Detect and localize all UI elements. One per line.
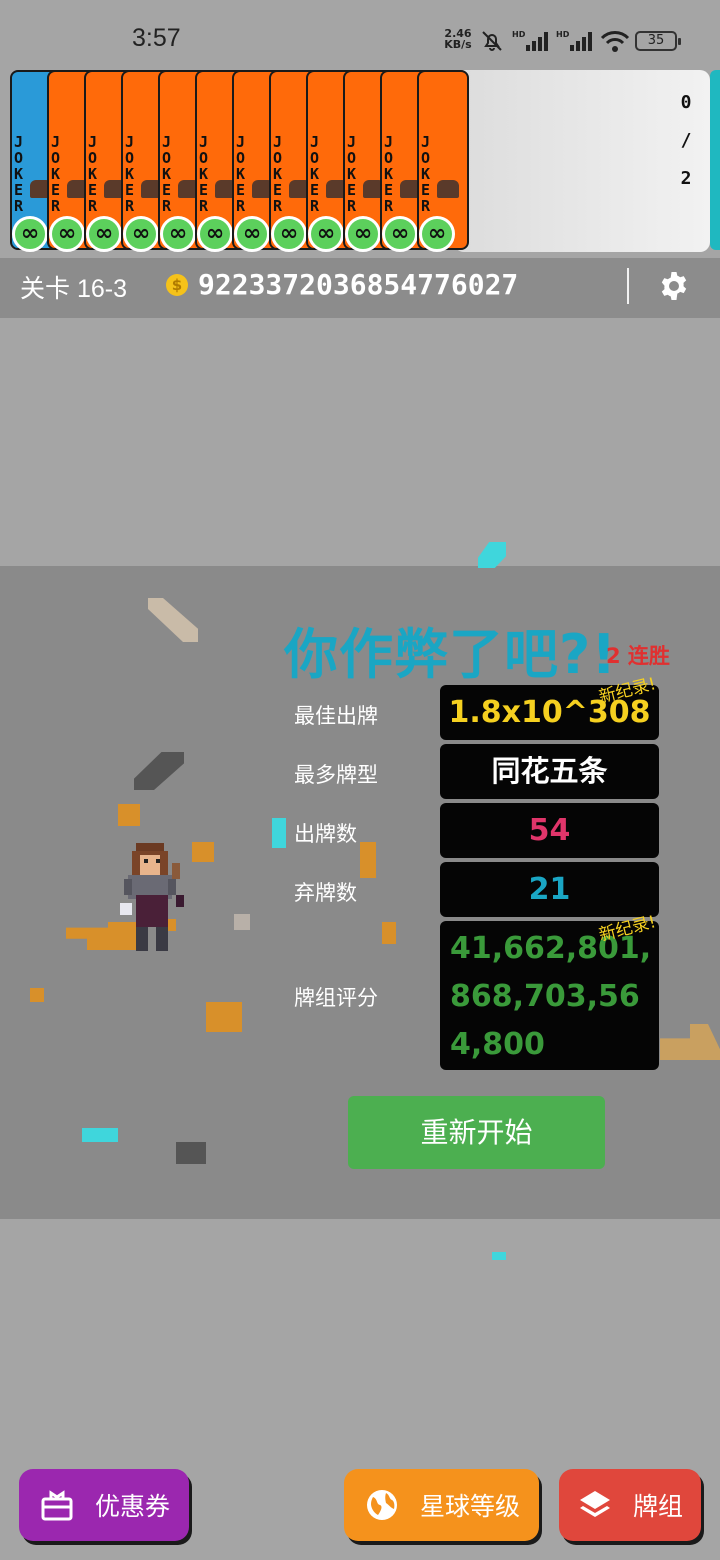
pixel-particle (382, 922, 396, 944)
infinite-edition-badge: ∞ (12, 216, 48, 252)
infinite-edition-badge: ∞ (345, 216, 381, 252)
coupon-label: 优惠券 (95, 1492, 171, 1521)
gift-icon (41, 1490, 73, 1521)
discards-value: 21 (440, 862, 659, 917)
best-hand-label: 最佳出牌 (294, 704, 378, 728)
next-card-edge (710, 70, 720, 250)
level-indicator: 关卡 16-3 (20, 275, 127, 303)
pixel-particle (30, 988, 44, 1002)
character-sprite (120, 843, 184, 951)
planet-level-button[interactable]: 星球等级 (344, 1469, 539, 1541)
pixel-particle (176, 1142, 206, 1164)
pixel-particle (478, 542, 506, 568)
infinite-edition-badge: ∞ (271, 216, 307, 252)
wifi-icon (600, 31, 630, 52)
joker-card-label: JOKER (125, 133, 135, 215)
infinite-edition-badge: ∞ (49, 216, 85, 252)
joker-card-label: JOKER (162, 133, 172, 215)
top-info-bar: 关卡 16-3 9223372036854776027 (0, 258, 720, 318)
status-icons: HD HD (480, 28, 630, 54)
pixel-particle (206, 1002, 242, 1032)
status-time: 3:57 (132, 24, 181, 52)
joker-slot-count: 0 / 2 (680, 92, 692, 189)
restart-button[interactable]: 重新开始 (348, 1096, 605, 1169)
infinite-edition-badge: ∞ (86, 216, 122, 252)
joker-card-label: JOKER (51, 133, 61, 215)
infinite-edition-badge: ∞ (123, 216, 159, 252)
hands-played-label: 出牌数 (294, 822, 357, 846)
win-streak: 2 连胜 (606, 644, 670, 668)
joker-card-label: JOKER (384, 133, 394, 215)
planet-level-label: 星球等级 (420, 1492, 521, 1521)
joker-card-label: JOKER (310, 133, 320, 215)
pixel-particle (492, 1252, 506, 1260)
joker-card-label: JOKER (236, 133, 246, 215)
joker-card-label: JOKER (421, 133, 431, 215)
joker-card-art (437, 180, 459, 198)
coin-icon: $ (166, 274, 188, 296)
status-bar: 3:57 2.46 KB/s HD HD 35 (0, 0, 720, 60)
deck-score-label: 牌组评分 (294, 986, 378, 1010)
battery-indicator: 35 (635, 31, 681, 51)
infinite-edition-badge: ∞ (197, 216, 233, 252)
joker-card-label: JOKER (199, 133, 209, 215)
infinite-edition-badge: ∞ (234, 216, 270, 252)
most-hand-type-value: 同花五条 (440, 744, 659, 799)
globe-icon (367, 1490, 397, 1520)
deck-label: 牌组 (633, 1492, 684, 1521)
pixel-particle (82, 1128, 118, 1142)
signal-icon: HD (512, 30, 548, 51)
svg-text:HD: HD (512, 30, 526, 39)
joker-card-label: JOKER (88, 133, 98, 215)
infinite-edition-badge: ∞ (160, 216, 196, 252)
most-hand-type-label: 最多牌型 (294, 763, 378, 787)
signal-icon-2: HD (556, 30, 592, 51)
joker-card-label: JOKER (14, 133, 24, 215)
bell-off-icon (482, 31, 502, 51)
discards-label: 弃牌数 (294, 881, 357, 905)
pixel-particle (118, 804, 140, 826)
svg-text:HD: HD (556, 30, 570, 39)
divider (627, 268, 629, 304)
card-preview-panel[interactable]: 0 / 2 (454, 70, 710, 252)
money-amount: 9223372036854776027 (198, 268, 519, 301)
hands-played-value: 54 (440, 803, 659, 858)
result-title: 你作弊了吧?! (284, 623, 617, 686)
gear-icon[interactable] (658, 270, 690, 302)
deck-button[interactable]: 牌组 (559, 1469, 701, 1541)
infinite-edition-badge: ∞ (308, 216, 344, 252)
layers-icon (580, 1491, 610, 1517)
joker-card-label: JOKER (273, 133, 283, 215)
pixel-particle (192, 842, 214, 862)
infinite-edition-badge: ∞ (419, 216, 455, 252)
deck-score-value: 41,662,801, 868,703,56 4,800 (440, 921, 659, 1070)
coupon-button[interactable]: 优惠券 (19, 1469, 189, 1541)
joker-card-label: JOKER (347, 133, 357, 215)
infinite-edition-badge: ∞ (382, 216, 418, 252)
pixel-particle (234, 914, 250, 930)
pixel-particle (272, 818, 286, 848)
net-speed: 2.46 KB/s (444, 27, 472, 51)
pixel-particle (360, 842, 376, 878)
